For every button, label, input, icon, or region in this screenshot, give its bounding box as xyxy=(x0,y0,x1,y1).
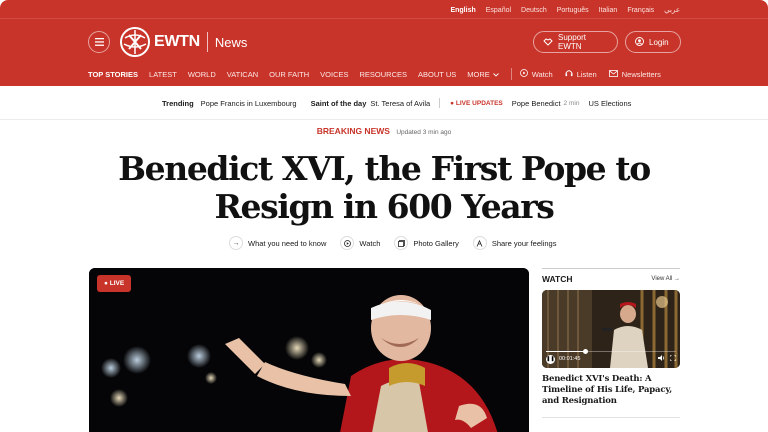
site-header: English Español Deutsch Português Italia… xyxy=(0,0,768,86)
brand-name: EWTN xyxy=(154,33,200,50)
nav-listen-label: Listen xyxy=(576,69,597,79)
us-elections-link[interactable]: US Elections xyxy=(588,99,631,108)
video-scrubber[interactable] xyxy=(582,348,588,354)
breaking-news-line: BREAKING NEWS Updated 3 min ago xyxy=(0,126,768,136)
play-icon xyxy=(340,236,355,250)
trending-row: Trending Pope Francis in Luxembourg Sain… xyxy=(162,98,645,108)
lang-portugues[interactable]: Português xyxy=(557,7,589,14)
action-label: Photo Gallery xyxy=(413,238,459,248)
divider xyxy=(0,18,768,19)
live-updates-text: LIVE UPDATES xyxy=(455,99,503,107)
nav-about-us[interactable]: ABOUT US xyxy=(418,70,456,79)
action-label: Watch xyxy=(359,238,381,248)
headline-line-1: Benedict XVI, the First Pope to xyxy=(118,149,651,188)
lang-italian[interactable]: Italian xyxy=(599,7,618,14)
hero-image[interactable]: ● LIVE xyxy=(89,268,529,432)
nav-resources[interactable]: RESOURCES xyxy=(360,70,408,79)
user-icon xyxy=(635,36,644,48)
page: English Español Deutsch Português Italia… xyxy=(0,0,768,432)
nav-our-faith[interactable]: OUR FAITH xyxy=(269,70,309,79)
chevron-down-icon xyxy=(492,70,499,79)
nav-newsletters-label: Newsletters xyxy=(621,69,661,79)
play-circle-icon xyxy=(519,69,528,79)
saint-label: Saint of the day xyxy=(310,98,367,108)
main-nav: TOP STORIES LATEST WORLD VATICAN OUR FAI… xyxy=(88,68,673,80)
volume-icon[interactable] xyxy=(658,355,665,363)
action-label: What you need to know xyxy=(248,238,327,248)
lang-english[interactable]: English xyxy=(450,7,475,14)
watch-sidebar: WATCH View All → ❚❚ 00:01:45 Benedict XV… xyxy=(542,268,680,418)
article-actions: → What you need to know Watch Photo Gall… xyxy=(229,236,570,250)
nav-newsletters[interactable]: Newsletters xyxy=(608,69,661,79)
watch-button[interactable]: Watch xyxy=(340,236,380,250)
login-button[interactable]: Login xyxy=(625,31,681,53)
nav-voices[interactable]: VOICES xyxy=(320,70,348,79)
nav-more[interactable]: MORE xyxy=(467,70,499,79)
video-progress-track[interactable] xyxy=(546,348,676,354)
nav-listen[interactable]: Listen xyxy=(565,69,597,79)
nav-watch-label: Watch xyxy=(531,69,553,79)
watch-bottom-divider xyxy=(542,417,680,418)
trending-label: Trending xyxy=(162,98,194,108)
video-player[interactable]: ❚❚ 00:01:45 xyxy=(542,290,680,368)
view-all-link[interactable]: View All → xyxy=(651,276,680,282)
lang-arabic[interactable]: عربي xyxy=(664,6,680,14)
login-label: Login xyxy=(649,37,669,47)
arrow-right-icon: → xyxy=(229,236,243,250)
nav-divider xyxy=(510,68,512,80)
brand-section: News xyxy=(214,34,248,50)
arrow-right-icon: → xyxy=(674,276,680,282)
menu-button[interactable] xyxy=(88,31,110,53)
trending-topic[interactable]: Pope Francis in Luxembourg xyxy=(201,99,297,108)
language-bar: English Español Deutsch Português Italia… xyxy=(450,3,680,17)
nav-more-label: MORE xyxy=(467,69,490,79)
nav-watch[interactable]: Watch xyxy=(519,69,553,79)
trending-bar: Trending Pope Francis in Luxembourg Sain… xyxy=(0,86,768,120)
watch-story-title[interactable]: Benedict XVI's Death: A Timeline of His … xyxy=(542,374,680,407)
saint-link[interactable]: St. Teresa of Avila xyxy=(370,99,430,108)
watch-top-divider xyxy=(542,268,680,269)
watch-header: WATCH View All → xyxy=(542,274,680,284)
video-time: 00:01:45 xyxy=(559,356,581,362)
trending-divider xyxy=(439,98,441,108)
support-button[interactable]: Support EWTN xyxy=(533,31,618,53)
headline-line-2: Resign in 600 Years xyxy=(214,187,555,226)
globe-logo-icon xyxy=(120,27,150,57)
fullscreen-icon[interactable] xyxy=(669,354,677,363)
headphones-icon xyxy=(565,69,573,79)
nav-latest[interactable]: LATEST xyxy=(149,70,177,79)
pope-photo xyxy=(89,268,529,432)
live-topic-link[interactable]: Pope Benedict xyxy=(512,99,561,108)
live-badge-text: LIVE xyxy=(109,280,125,287)
video-controls: ❚❚ 00:01:45 xyxy=(546,354,677,364)
nav-top-stories[interactable]: TOP STORIES xyxy=(88,70,138,79)
nav-world[interactable]: WORLD xyxy=(188,70,216,79)
live-badge: ● LIVE xyxy=(97,275,132,292)
support-label: Support EWTN xyxy=(558,33,587,51)
hands-icon xyxy=(472,236,487,250)
watch-title: WATCH xyxy=(542,274,573,284)
view-all-label: View All xyxy=(651,276,673,282)
breaking-news-label: BREAKING NEWS xyxy=(316,126,390,136)
action-label: Share your feelings xyxy=(491,238,557,248)
video-progress-fill xyxy=(546,350,585,352)
share-feelings-button[interactable]: Share your feelings xyxy=(472,236,557,250)
gallery-icon xyxy=(394,236,409,250)
updated-time: Updated 3 min ago xyxy=(396,129,452,136)
mail-icon xyxy=(608,69,618,79)
pause-icon[interactable]: ❚❚ xyxy=(546,354,555,364)
hamburger-icon xyxy=(94,33,104,51)
live-time: 2 min xyxy=(563,99,580,107)
lang-deutsch[interactable]: Deutsch xyxy=(521,7,547,14)
lang-francais[interactable]: Français xyxy=(627,7,654,14)
what-you-need-to-know-button[interactable]: → What you need to know xyxy=(229,236,326,250)
logo-divider xyxy=(206,32,208,52)
live-updates-label: ● LIVE UPDATES xyxy=(450,99,503,107)
nav-vatican[interactable]: VATICAN xyxy=(227,70,258,79)
site-logo[interactable]: EWTN News xyxy=(120,27,247,57)
lang-espanol[interactable]: Español xyxy=(486,7,511,14)
photo-gallery-button[interactable]: Photo Gallery xyxy=(394,236,459,250)
article-headline: Benedict XVI, the First Pope to Resign i… xyxy=(84,150,684,226)
handshake-icon xyxy=(543,37,553,48)
